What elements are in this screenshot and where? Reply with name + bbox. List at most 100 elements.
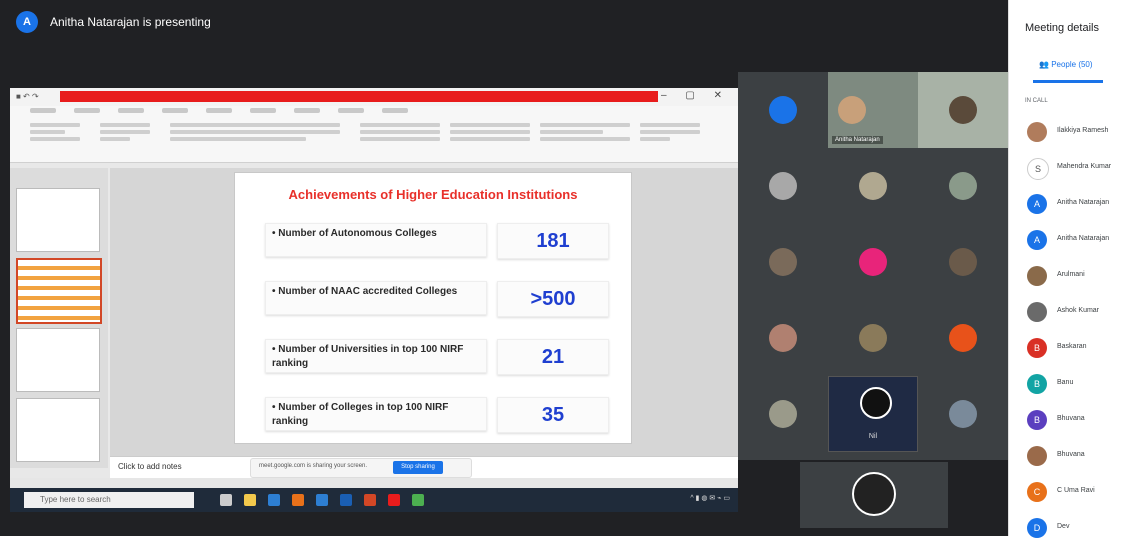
system-tray-icon[interactable]: ^ ▮ ◍ ✉ ⌁ ▭ xyxy=(690,494,730,502)
title-highlight xyxy=(60,91,658,102)
taskbar-search[interactable]: Type here to search xyxy=(24,492,194,508)
avatar xyxy=(769,96,797,124)
participant-list-item[interactable]: Arulmani xyxy=(1027,264,1127,288)
slide-thumbnail[interactable] xyxy=(16,398,100,462)
font-group[interactable] xyxy=(170,120,340,156)
powerpoint-titlebar: ■ ↶ ↷ – ▢ ✕ xyxy=(10,88,738,106)
status-bar xyxy=(10,478,738,488)
powerpoint-icon[interactable] xyxy=(364,494,376,506)
chrome-icon[interactable] xyxy=(412,494,424,506)
word-icon[interactable] xyxy=(340,494,352,506)
avatar: B xyxy=(1027,338,1047,358)
avatar xyxy=(860,387,892,419)
sharing-message: meet.google.com is sharing your screen. xyxy=(259,463,368,469)
participant-name: Dev xyxy=(1057,523,1070,530)
slide[interactable]: Achievements of Higher Education Institu… xyxy=(234,172,632,444)
participant-tile[interactable] xyxy=(738,148,828,224)
avatar xyxy=(949,324,977,352)
achievement-label: • Number of NAAC accredited Colleges xyxy=(265,281,487,315)
participant-tile[interactable] xyxy=(738,224,828,300)
avatar xyxy=(859,172,887,200)
drawing-group[interactable] xyxy=(450,120,530,156)
store-icon[interactable] xyxy=(316,494,328,506)
stop-sharing-button[interactable]: Stop sharing xyxy=(393,461,443,474)
slides-group[interactable] xyxy=(100,120,150,156)
avatar xyxy=(1027,122,1047,142)
participant-name: Bhuvana xyxy=(1057,415,1085,422)
avatar xyxy=(769,324,797,352)
participant-tile[interactable] xyxy=(918,300,1008,376)
participant-list-item[interactable]: D Dev xyxy=(1027,516,1127,540)
achievement-value: 35 xyxy=(497,397,609,433)
pdf-icon[interactable] xyxy=(388,494,400,506)
avatar: C xyxy=(1027,482,1047,502)
slide-workarea: Achievements of Higher Education Institu… xyxy=(110,168,738,468)
participant-tile[interactable] xyxy=(828,148,918,224)
arrange-group[interactable] xyxy=(540,120,630,156)
taskbar-icons xyxy=(220,494,424,506)
shared-screen: ■ ↶ ↷ – ▢ ✕ Achievements of Higher Educa xyxy=(10,88,738,512)
avatar xyxy=(1027,446,1047,466)
avatar xyxy=(949,96,977,124)
paragraph-group[interactable] xyxy=(360,120,440,156)
self-view-tile[interactable] xyxy=(800,462,948,528)
achievement-value: >500 xyxy=(497,281,609,317)
achievement-label: • Number of Colleges in top 100 NIRF ran… xyxy=(265,397,487,431)
avatar xyxy=(769,248,797,276)
window-controls-icon[interactable]: – ▢ ✕ xyxy=(661,90,730,101)
participant-name: Mahendra Kumar xyxy=(1057,163,1112,170)
avatar xyxy=(852,472,896,516)
avatar xyxy=(1027,266,1047,286)
participant-list-item[interactable]: Bhuvana xyxy=(1027,444,1127,468)
participant-list-item[interactable]: S Mahendra Kumar xyxy=(1027,156,1127,180)
slide-thumbnail[interactable] xyxy=(16,188,100,252)
participant-list-item[interactable]: A Anitha Natarajan xyxy=(1027,192,1127,216)
presenter-text: Anitha Natarajan is presenting xyxy=(50,15,211,29)
avatar xyxy=(769,400,797,428)
participant-name: Ashok Kumar xyxy=(1057,307,1100,314)
participant-name: Banu xyxy=(1057,379,1074,386)
participant-list-item[interactable]: A Anitha Natarajan xyxy=(1027,228,1127,252)
participant-tile[interactable] xyxy=(918,148,1008,224)
participant-video-tile[interactable]: Anitha Natarajan xyxy=(828,72,918,148)
avatar xyxy=(949,400,977,428)
participant-list-item[interactable]: B Banu xyxy=(1027,372,1127,396)
quick-access-icon[interactable]: ■ ↶ ↷ xyxy=(16,92,39,101)
avatar: A xyxy=(1027,230,1047,250)
edge-icon[interactable] xyxy=(268,494,280,506)
participant-tile[interactable] xyxy=(828,300,918,376)
avatar xyxy=(769,172,797,200)
participant-tile[interactable] xyxy=(828,224,918,300)
ribbon-tabs[interactable] xyxy=(30,108,408,113)
avatar xyxy=(838,96,866,124)
tab-people[interactable]: 👥 People (50) xyxy=(1039,60,1093,69)
participant-video-tile[interactable] xyxy=(918,72,1008,148)
participant-list-item[interactable]: Ilakkiya Ramesh xyxy=(1027,120,1127,144)
editing-group[interactable] xyxy=(640,120,700,156)
task-view-icon[interactable] xyxy=(220,494,232,506)
achievement-label: • Number of Universities in top 100 NIRF… xyxy=(265,339,487,373)
achievement-row: • Number of Universities in top 100 NIRF… xyxy=(265,337,613,375)
participant-list-item[interactable]: C C Uma Ravi xyxy=(1027,480,1127,504)
participant-tile[interactable]: Nil xyxy=(828,376,918,452)
participant-name: Ilakkiya Ramesh xyxy=(1057,127,1109,134)
app-icon[interactable] xyxy=(292,494,304,506)
file-explorer-icon[interactable] xyxy=(244,494,256,506)
participant-tile[interactable] xyxy=(738,300,828,376)
participant-tile[interactable] xyxy=(738,376,828,452)
slide-thumbnail[interactable] xyxy=(16,328,100,392)
participant-list-item[interactable]: B Bhuvana xyxy=(1027,408,1127,432)
participant-list-item[interactable]: Ashok Kumar xyxy=(1027,300,1127,324)
people-icon: 👥 xyxy=(1039,60,1052,69)
sharing-bar: meet.google.com is sharing your screen. … xyxy=(250,458,472,478)
participant-name: Anitha Natarajan xyxy=(1057,235,1110,242)
slide-thumbnails xyxy=(10,168,108,468)
notes-placeholder: Click to add notes xyxy=(118,462,182,471)
participant-tile[interactable] xyxy=(918,224,1008,300)
participant-list-item[interactable]: B Baskaran xyxy=(1027,336,1127,360)
participant-name: Baskaran xyxy=(1057,343,1087,350)
participant-tile[interactable] xyxy=(918,376,1008,452)
clipboard-group[interactable] xyxy=(30,120,80,156)
slide-thumbnail-selected[interactable] xyxy=(16,258,102,324)
participant-tile[interactable] xyxy=(738,72,828,148)
